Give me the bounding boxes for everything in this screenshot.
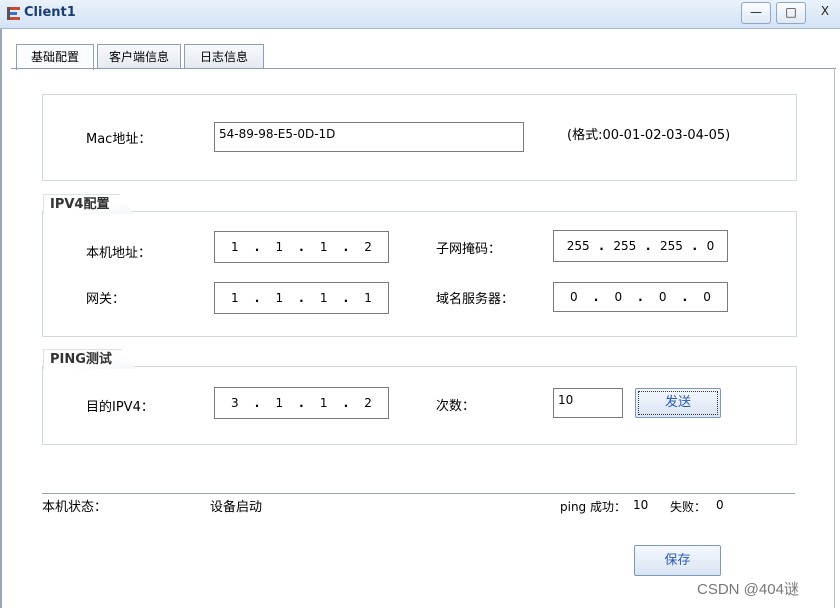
- local-ip-octets: 1. 1. 1. 2: [231, 240, 372, 254]
- status-label: 本机状态：: [42, 500, 108, 515]
- gateway-label: 网关：: [86, 292, 126, 307]
- dest-ip-input[interactable]: 3. 1. 1. 2: [214, 387, 389, 419]
- gateway-octets: 1. 1. 1. 1: [231, 291, 372, 305]
- dest-ip-octets: 3. 1. 1. 2: [231, 396, 372, 410]
- subnet-mask-octets: 255. 255. 255. 0: [566, 239, 715, 253]
- ping-fail-count: 0: [716, 498, 724, 512]
- ping-success-label: ping 成功：: [560, 500, 626, 514]
- tab-divider: [11, 68, 836, 69]
- app-icon: [7, 7, 20, 20]
- local-ip-input[interactable]: 1. 1. 1. 2: [214, 231, 389, 263]
- octet: 0: [570, 290, 578, 304]
- octet: 1: [231, 291, 239, 305]
- octet: 255: [566, 239, 590, 253]
- subnet-mask-input[interactable]: 255. 255. 255. 0: [553, 230, 728, 262]
- tab-basic-config[interactable]: 基础配置: [16, 44, 94, 70]
- octet: 3: [231, 396, 239, 410]
- save-button[interactable]: 保存: [634, 545, 721, 576]
- ping-legend: PING测试: [43, 349, 136, 369]
- minimize-button[interactable]: —: [741, 2, 771, 24]
- octet: 2: [364, 396, 372, 410]
- ping-success-count: 10: [633, 498, 649, 512]
- ipv4-legend: IPV4配置: [43, 194, 133, 214]
- octet: 1: [275, 291, 284, 305]
- octet: 0: [614, 290, 623, 304]
- octet: 0: [706, 239, 715, 253]
- dns-octets: 0. 0. 0. 0: [570, 290, 711, 304]
- dest-ip-label: 目的IPV4：: [86, 400, 154, 415]
- dns-input[interactable]: 0. 0. 0. 0: [553, 282, 728, 312]
- octet: 0: [703, 290, 711, 304]
- ping-count-input[interactable]: 10: [553, 388, 623, 418]
- octet: 1: [319, 240, 328, 254]
- title-bar: Client1 — □ X: [0, 0, 840, 29]
- close-button[interactable]: X: [811, 2, 839, 22]
- ping-count-value: 10: [558, 393, 574, 407]
- gateway-input[interactable]: 1. 1. 1. 1: [214, 282, 389, 314]
- tab-log-info[interactable]: 日志信息: [184, 44, 264, 69]
- octet: 1: [319, 396, 328, 410]
- watermark: CSDN @404谜: [697, 581, 799, 598]
- maximize-button[interactable]: □: [776, 2, 806, 24]
- octet: 1: [319, 291, 328, 305]
- octet: 1: [231, 240, 239, 254]
- count-label: 次数：: [436, 399, 476, 414]
- octet: 255: [659, 239, 683, 253]
- panel-border: [834, 68, 835, 608]
- octet: 255: [613, 239, 637, 253]
- octet: 1: [275, 240, 284, 254]
- octet: 1: [364, 291, 372, 305]
- mac-label: Mac地址：: [86, 132, 152, 147]
- status-value: 设备启动: [210, 500, 263, 515]
- mac-value: 54-89-98-E5-0D-1D: [219, 127, 336, 141]
- dns-label: 域名服务器：: [436, 292, 515, 307]
- mac-format-hint: (格式:00-01-02-03-04-05): [567, 128, 731, 143]
- status-divider: [42, 493, 795, 494]
- octet: 1: [275, 396, 284, 410]
- send-button[interactable]: 发送: [635, 388, 721, 418]
- window-title: Client1: [24, 5, 76, 20]
- octet: 0: [658, 290, 667, 304]
- local-ip-label: 本机地址：: [86, 246, 152, 261]
- subnet-mask-label: 子网掩码：: [436, 242, 502, 257]
- ping-fail-label: 失败：: [670, 500, 707, 514]
- octet: 2: [364, 240, 372, 254]
- window-border: [0, 29, 2, 608]
- mac-input[interactable]: 54-89-98-E5-0D-1D: [214, 122, 524, 152]
- tab-client-info[interactable]: 客户端信息: [97, 44, 181, 69]
